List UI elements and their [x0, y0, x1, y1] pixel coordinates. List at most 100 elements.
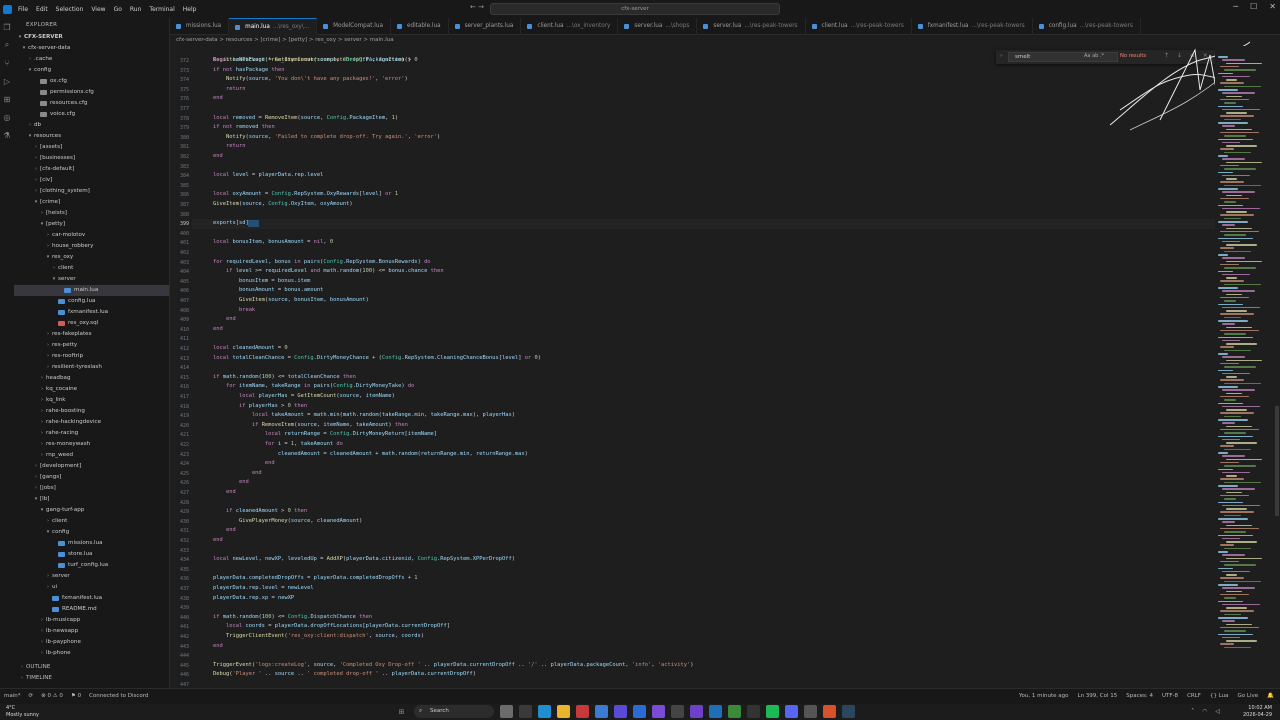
tree-item[interactable]: ▾ [lb] — [14, 494, 169, 505]
tab-editable-lua[interactable]: editable.lua — [391, 18, 449, 35]
tree-item[interactable]: › res-fakeplates — [14, 329, 169, 340]
tree-item[interactable]: res_oxy.sql — [14, 318, 169, 329]
chevron-right-icon[interactable]: › — [1000, 53, 1002, 59]
tree-item[interactable]: › rnp_weed — [14, 450, 169, 461]
app-icon-photos[interactable] — [595, 705, 608, 718]
code-editor[interactable]: RegisterNetEvent('res_oxy:server:complet… — [170, 46, 1215, 688]
tree-item[interactable]: › res-petty — [14, 340, 169, 351]
app-icon-edge[interactable] — [538, 705, 551, 718]
source-control-icon[interactable]: ⑂ — [0, 54, 14, 72]
tree-item[interactable]: › res-rooftrip — [14, 351, 169, 362]
remote-icon[interactable]: ◎ — [0, 108, 14, 126]
tree-item[interactable]: › client — [14, 263, 169, 274]
tab-main-lua[interactable]: main.lua ...\res_oxy\... — [229, 18, 318, 35]
wifi-icon[interactable]: ◠ — [1202, 708, 1207, 715]
tree-item[interactable]: › .cache — [14, 54, 169, 65]
tree-item[interactable]: ▾ res_oxy — [14, 252, 169, 263]
start-icon[interactable]: ⊞ — [395, 705, 408, 718]
app-icon-github[interactable] — [690, 705, 703, 718]
vertical-scrollbar[interactable] — [1274, 46, 1280, 688]
status-item-right[interactable]: Ln 399, Col 15 — [1078, 689, 1118, 704]
tree-item[interactable]: ▾ gang-turf-app — [14, 505, 169, 516]
tree-item[interactable]: ▾ config — [14, 527, 169, 538]
tree-item[interactable]: turf_config.lua — [14, 560, 169, 571]
menu-item-selection[interactable]: Selection — [52, 6, 88, 13]
timeline-panel[interactable]: › TIMELINE — [14, 673, 170, 684]
tree-item[interactable]: voice.cfg — [14, 109, 169, 120]
tree-item[interactable]: ▾ server — [14, 274, 169, 285]
tab-missions-lua[interactable]: missions.lua — [170, 18, 230, 35]
status-item-left[interactable]: ⊗ 0 ⚠ 0 — [41, 689, 63, 704]
app-icon-obs[interactable] — [747, 705, 760, 718]
tree-item[interactable]: › server — [14, 571, 169, 582]
menu-item-file[interactable]: File — [14, 6, 32, 13]
tree-item[interactable]: config.lua — [14, 296, 169, 307]
tab-server-lua[interactable]: server.lua ...\res-peak-towers — [697, 18, 806, 35]
close-button[interactable]: ✕ — [1269, 2, 1276, 11]
app-icon-notes[interactable] — [671, 705, 684, 718]
status-item-left[interactable]: ⟳ — [29, 689, 34, 704]
tab-client-lua[interactable]: client.lua ...\res-peak-towers — [806, 18, 912, 35]
tree-item[interactable]: › [clothing_system] — [14, 186, 169, 197]
tree-item[interactable]: › [cfx-default] — [14, 164, 169, 175]
outline-panel[interactable]: › OUTLINE — [14, 662, 170, 673]
tab-client-lua[interactable]: client.lua ...\ox_inventory — [521, 18, 619, 35]
tree-item[interactable]: › lb-payphone — [14, 637, 169, 648]
tree-item[interactable]: › [businesses] — [14, 153, 169, 164]
tree-item[interactable]: › rahe-hackingdevice — [14, 417, 169, 428]
tree-item[interactable]: › lb-musicapp — [14, 615, 169, 626]
status-item-right[interactable]: 🔔 — [1267, 689, 1274, 704]
tree-item[interactable]: README.md — [14, 604, 169, 615]
tree-item[interactable]: main.lua — [14, 285, 169, 296]
tab-server-lua[interactable]: server.lua ...\shops — [618, 18, 698, 35]
status-item-left[interactable]: main* — [4, 689, 21, 704]
scrollbar-thumb[interactable] — [1275, 406, 1279, 516]
status-item-right[interactable]: CRLF — [1187, 689, 1201, 704]
clock[interactable]: 10:02 AM 2026-04-29 — [1243, 705, 1272, 719]
tree-item[interactable]: ox.cfg — [14, 76, 169, 87]
tree-item[interactable]: › resilient-tyreslash — [14, 362, 169, 373]
tree-item[interactable]: › [development] — [14, 461, 169, 472]
tree-item[interactable]: › house_robbery — [14, 241, 169, 252]
chevron-up-icon[interactable]: ˄ — [1191, 708, 1194, 715]
tree-item[interactable]: › rahe-boosting — [14, 406, 169, 417]
status-item-right[interactable]: Spaces: 4 — [1126, 689, 1153, 704]
tree-item[interactable]: › lb-phone — [14, 648, 169, 659]
tree-item[interactable]: › kq_link — [14, 395, 169, 406]
app-icon-discord[interactable] — [785, 705, 798, 718]
menu-item-help[interactable]: Help — [179, 6, 201, 13]
app-icon-snip[interactable] — [633, 705, 646, 718]
status-item-left[interactable]: ⚑ 0 — [71, 689, 81, 704]
tree-item[interactable]: › [civ] — [14, 175, 169, 186]
tab-modelcompat-lua[interactable]: ModelCompat.lua — [317, 18, 391, 35]
tree-item[interactable]: › headbag — [14, 373, 169, 384]
command-center-search[interactable]: cfx-server — [490, 3, 780, 15]
tree-item[interactable]: › db — [14, 120, 169, 131]
run-debug-icon[interactable]: ▷ — [0, 72, 14, 90]
status-item-right[interactable]: UTF-8 — [1162, 689, 1178, 704]
taskbar-search[interactable]: ⌕ Search — [414, 705, 494, 718]
menu-item-run[interactable]: Run — [126, 6, 146, 13]
menu-item-view[interactable]: View — [87, 6, 109, 13]
workspace-root[interactable]: ▾ CFX-SERVER — [14, 32, 169, 43]
app-icon-widgets[interactable] — [500, 705, 513, 718]
tree-item[interactable]: › ui — [14, 582, 169, 593]
app-icon-brave[interactable] — [823, 705, 836, 718]
weather-widget[interactable]: 4°C Mostly sunny — [6, 705, 39, 719]
menu-item-edit[interactable]: Edit — [32, 6, 52, 13]
tree-item[interactable]: › lb-newsapp — [14, 626, 169, 637]
testing-icon[interactable]: ⚗ — [0, 126, 14, 144]
tab-fxmanifest-lua[interactable]: fxmanifest.lua ...\res-peak-towers — [912, 18, 1033, 35]
menu-item-terminal[interactable]: Terminal — [145, 6, 178, 13]
app-icon-terminal[interactable] — [519, 705, 532, 718]
tree-item[interactable]: › [assets] — [14, 142, 169, 153]
tree-item[interactable]: › res-moneywash — [14, 439, 169, 450]
status-item-right[interactable]: You, 1 minute ago — [1019, 689, 1069, 704]
tree-item[interactable]: permissions.cfg — [14, 87, 169, 98]
tab-server_plants-lua[interactable]: server_plants.lua — [449, 18, 522, 35]
tree-item[interactable]: › rahe-racing — [14, 428, 169, 439]
app-icon-store[interactable] — [614, 705, 627, 718]
tree-item[interactable]: ▾ [petty] — [14, 219, 169, 230]
status-item-right[interactable]: Go Live — [1238, 689, 1259, 704]
app-icon-paint[interactable] — [576, 705, 589, 718]
